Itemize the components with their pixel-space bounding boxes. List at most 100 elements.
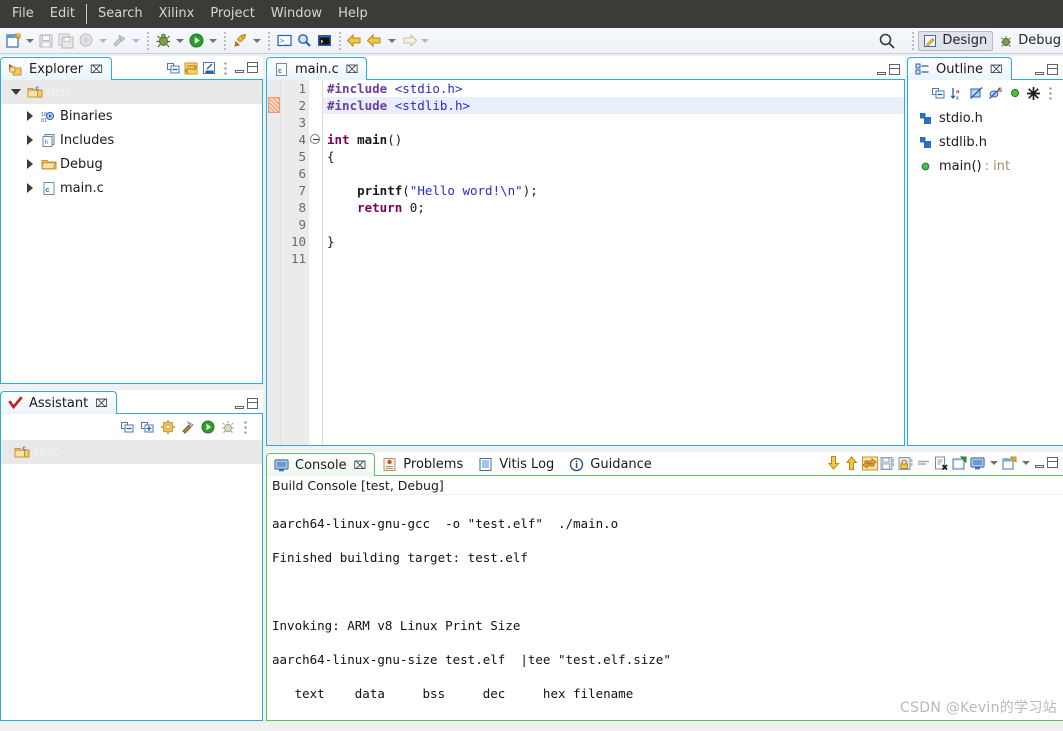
launch-rocket-icon[interactable] (230, 31, 250, 51)
collapse-all-icon[interactable] (165, 60, 182, 77)
collapse-all-icon[interactable] (930, 85, 947, 102)
launch-dropdown-icon[interactable] (250, 31, 263, 51)
import-icon[interactable] (201, 60, 218, 77)
outline-item-stdio[interactable]: stdio.h (908, 106, 1063, 130)
view-menu-icon[interactable] (221, 61, 230, 76)
console-window-icon[interactable] (314, 31, 334, 51)
new-icon[interactable] (3, 31, 23, 51)
build-hammer-icon[interactable] (179, 419, 196, 436)
display-console-dropdown-icon[interactable] (987, 453, 1000, 473)
collapse-all-icon[interactable] (119, 419, 136, 436)
settings-gear-icon[interactable] (159, 419, 176, 436)
scroll-up-icon[interactable] (843, 455, 860, 472)
hide-static-icon[interactable]: S (987, 85, 1004, 102)
scroll-lock-icon[interactable] (861, 455, 878, 472)
new-dropdown-icon[interactable] (23, 31, 36, 51)
debug-dropdown-icon[interactable] (173, 31, 186, 51)
code-line-4[interactable]: int main() (323, 131, 904, 148)
menu-edit[interactable]: Edit (42, 2, 83, 26)
close-icon[interactable]: ⌧ (346, 63, 359, 76)
tab-outline[interactable]: Outline ⌧ (907, 57, 1012, 80)
search-link-icon[interactable] (294, 31, 314, 51)
tree-item-mainc[interactable]: c main.c (1, 176, 262, 200)
build-all-dropdown-icon[interactable] (96, 31, 109, 51)
tree-item-test[interactable]: c test (1, 80, 262, 104)
code-line-7[interactable]: printf("Hello word!\n"); (323, 182, 904, 199)
chevron-right-icon[interactable] (23, 181, 37, 195)
link-with-editor-icon[interactable] (183, 60, 200, 77)
chevron-down-icon[interactable] (9, 85, 23, 99)
minimize-icon[interactable] (1033, 457, 1046, 470)
back-dropdown-icon[interactable] (385, 31, 398, 51)
menu-search[interactable]: Search (90, 2, 151, 26)
build-dropdown-icon[interactable] (129, 31, 142, 51)
code-line-2[interactable]: #include <stdlib.h> (323, 97, 904, 114)
sort-alphabetically-icon[interactable]: a z (949, 85, 966, 102)
clear-console-icon[interactable] (915, 455, 932, 472)
save-console-icon[interactable] (879, 455, 896, 472)
code-line-9[interactable] (323, 216, 904, 233)
tab-console[interactable]: Console ⌧ (266, 453, 376, 476)
view-menu-icon[interactable] (1046, 85, 1055, 101)
fold-collapse-icon[interactable] (310, 134, 320, 144)
hide-macros-icon[interactable] (1025, 85, 1042, 102)
view-menu-icon[interactable] (241, 419, 250, 435)
next-arrow-icon[interactable] (398, 31, 418, 51)
tab-vitis-log[interactable]: Vitis Log (471, 453, 562, 476)
next-dropdown-icon[interactable] (418, 31, 431, 51)
close-icon[interactable]: ⌧ (354, 459, 367, 472)
code-line-1[interactable]: #include <stdio.h> (323, 80, 904, 97)
maximize-icon[interactable] (1047, 64, 1060, 77)
run-icon[interactable] (186, 31, 206, 51)
code-line-3[interactable] (323, 114, 904, 131)
outline-item-main[interactable]: main() : int (908, 154, 1063, 178)
back-arrow-icon[interactable] (345, 31, 365, 51)
menu-help[interactable]: Help (330, 2, 376, 26)
save-all-icon[interactable] (56, 31, 76, 51)
terminal-icon[interactable]: >_ (274, 31, 294, 51)
lock-console-icon[interactable] (897, 455, 914, 472)
console-sash[interactable] (266, 446, 1063, 451)
save-icon[interactable] (36, 31, 56, 51)
debug-bug-icon[interactable] (219, 419, 236, 436)
chevron-right-icon[interactable] (23, 157, 37, 171)
menu-project[interactable]: Project (202, 2, 262, 26)
maximize-icon[interactable] (889, 64, 902, 77)
console-output[interactable]: aarch64-linux-gnu-gcc -o "test.elf" ./ma… (267, 495, 1063, 720)
chevron-right-icon[interactable] (23, 109, 37, 123)
code-area[interactable]: 1 2 3 4 5 6 7 8 9 10 11 #include <stdio.… (267, 80, 904, 445)
minimize-icon[interactable] (875, 64, 888, 77)
code-lines[interactable]: #include <stdio.h> #include <stdlib.h> i… (323, 80, 904, 267)
minimize-icon[interactable] (233, 62, 246, 75)
menu-file[interactable]: File (4, 2, 42, 26)
display-console-icon[interactable] (969, 455, 986, 472)
chevron-right-icon[interactable] (23, 133, 37, 147)
code-line-8[interactable]: return 0; (323, 199, 904, 216)
search-icon[interactable] (877, 31, 897, 51)
tree-item-includes[interactable]: h Includes (1, 128, 262, 152)
remove-console-icon[interactable] (933, 455, 950, 472)
tab-assistant[interactable]: Assistant ⌧ (0, 391, 117, 414)
hide-nonpublic-icon[interactable] (1006, 85, 1023, 102)
open-console-icon[interactable] (1001, 455, 1018, 472)
debug-bug-icon[interactable] (153, 31, 173, 51)
pin-console-icon[interactable] (951, 455, 968, 472)
minimize-icon[interactable] (1033, 64, 1046, 77)
run-dropdown-icon[interactable] (206, 31, 219, 51)
code-line-5[interactable]: { (323, 148, 904, 165)
tree-item-binaries[interactable]: 10 01 Binaries (1, 104, 262, 128)
perspective-design[interactable]: Design (918, 30, 994, 51)
close-icon[interactable]: ⌧ (95, 397, 108, 410)
run-icon[interactable] (199, 419, 216, 436)
tab-problems[interactable]: Problems (375, 453, 471, 476)
code-line-11[interactable] (323, 250, 904, 267)
expand-all-icon[interactable] (139, 419, 156, 436)
marker-gutter[interactable] (267, 80, 281, 445)
menu-window[interactable]: Window (263, 2, 330, 26)
tab-guidance[interactable]: Guidance (562, 453, 660, 476)
tab-main-c[interactable]: c main.c ⌧ (266, 57, 368, 80)
maximize-icon[interactable] (247, 62, 260, 75)
maximize-icon[interactable] (1047, 456, 1060, 470)
code-line-10[interactable]: } (323, 233, 904, 250)
build-all-icon[interactable] (76, 31, 96, 51)
